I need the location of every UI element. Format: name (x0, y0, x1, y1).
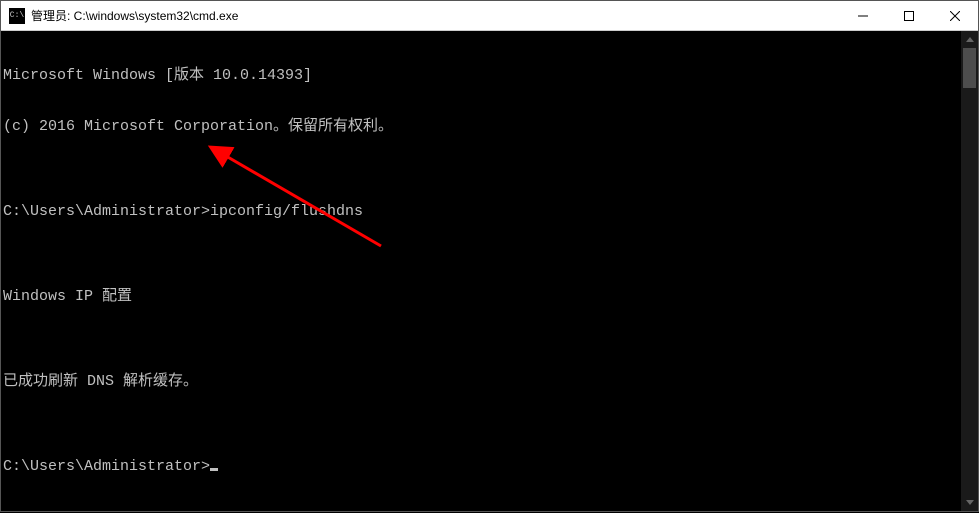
chevron-down-icon (966, 500, 974, 505)
chevron-up-icon (966, 37, 974, 42)
scroll-thumb[interactable] (963, 48, 976, 88)
close-icon (950, 11, 960, 21)
terminal-prompt-line: C:\Users\Administrator> (3, 458, 959, 475)
close-button[interactable] (932, 1, 978, 30)
terminal-line: (c) 2016 Microsoft Corporation。保留所有权利。 (3, 118, 959, 135)
terminal-line: 已成功刷新 DNS 解析缓存。 (3, 373, 959, 390)
cmd-window: C:\ 管理员: C:\windows\system32\cmd.exe Mic… (0, 0, 979, 512)
terminal-area: Microsoft Windows [版本 10.0.14393] (c) 20… (1, 31, 978, 511)
minimize-button[interactable] (840, 1, 886, 30)
terminal-prompt: C:\Users\Administrator> (3, 458, 210, 475)
scroll-up-button[interactable] (961, 31, 978, 48)
terminal-output[interactable]: Microsoft Windows [版本 10.0.14393] (c) 20… (1, 31, 961, 511)
terminal-line: Windows IP 配置 (3, 288, 959, 305)
scroll-down-button[interactable] (961, 494, 978, 511)
cursor-icon (210, 468, 218, 471)
maximize-button[interactable] (886, 1, 932, 30)
cmd-icon-label: C:\ (10, 12, 24, 20)
scroll-track[interactable] (961, 48, 978, 494)
maximize-icon (904, 11, 914, 21)
cmd-icon: C:\ (9, 8, 25, 24)
titlebar[interactable]: C:\ 管理员: C:\windows\system32\cmd.exe (1, 1, 978, 31)
window-controls (840, 1, 978, 30)
minimize-icon (858, 11, 868, 21)
terminal-line: Microsoft Windows [版本 10.0.14393] (3, 67, 959, 84)
vertical-scrollbar[interactable] (961, 31, 978, 511)
window-title: 管理员: C:\windows\system32\cmd.exe (31, 7, 840, 24)
terminal-line: C:\Users\Administrator>ipconfig/flushdns (3, 203, 959, 220)
